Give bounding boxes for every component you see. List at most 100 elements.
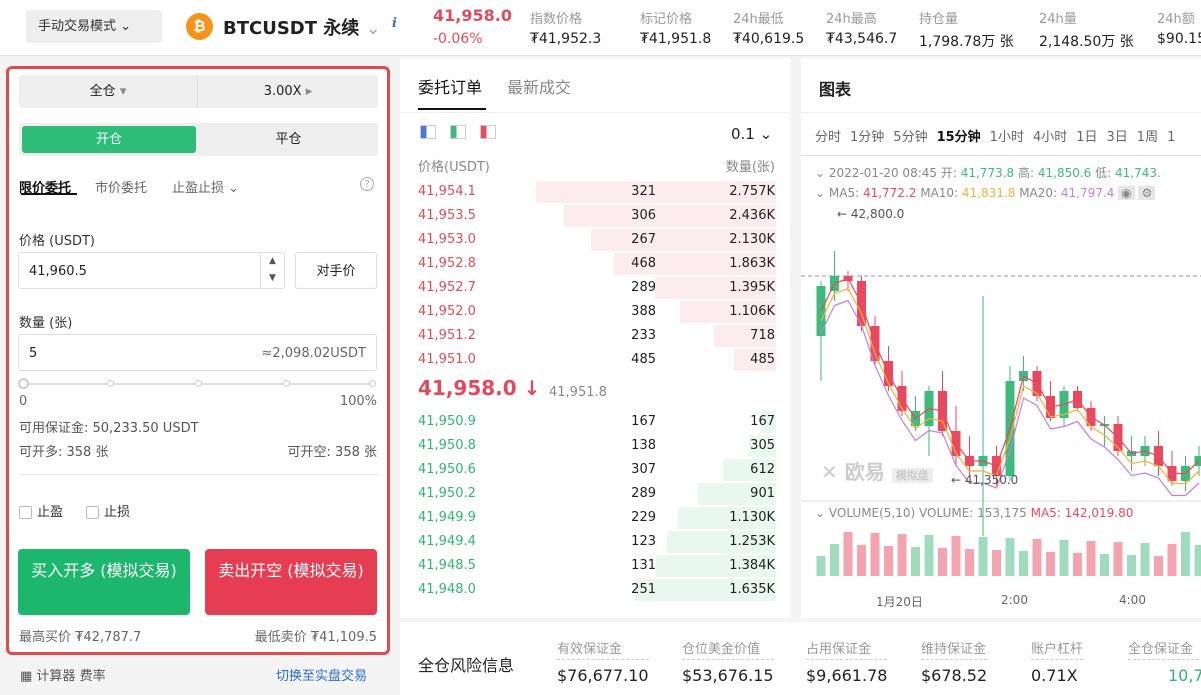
volume-bar — [924, 535, 934, 576]
mark-price: 41,951.8 — [549, 385, 607, 400]
open-close-toggle: 开仓 平仓 — [19, 123, 378, 156]
order-panel: 全仓 ▾ 3.00X ▸ 开仓 平仓 限价委托 市价委托 止盈止损 ⌄ ? 价格… — [6, 66, 390, 655]
stat-item: 24h最低 ₮40,619.5 — [733, 12, 805, 47]
bitcoin-icon: ₿ — [186, 13, 213, 40]
tab-tpsl[interactable]: 止盈止损 ⌄ — [172, 177, 239, 196]
available-margin: 可用保证金: 50,233.50 USDT — [19, 421, 199, 436]
qty-input[interactable]: 5 ≈2,098.02USDT — [18, 334, 377, 371]
ask-row[interactable]: 41,951.0 485 485 — [400, 348, 790, 372]
volume-bar — [938, 548, 947, 576]
ask-row[interactable]: 41,954.1 321 2.757K — [400, 180, 790, 204]
stat-item: 24h额$90.15 — [1157, 12, 1201, 47]
bid-row[interactable]: 41,949.4 123 1.253K — [400, 530, 790, 554]
view-asks-icon[interactable] — [480, 125, 496, 139]
price-input[interactable]: 41,960.5 ▲ ▼ — [18, 252, 285, 289]
ask-row[interactable]: 41,951.2 233 718 — [400, 324, 790, 348]
eye-icon[interactable]: ◉ — [1118, 186, 1135, 200]
leverage-select[interactable]: 3.00X ▸ — [197, 75, 378, 108]
volume-bar — [830, 544, 839, 576]
bid-row[interactable]: 41,950.8 138 305 — [400, 434, 790, 458]
volume-bar — [1059, 540, 1069, 576]
stat-item: 指数价格 ₮41,952.3 — [530, 12, 602, 47]
tab-orders[interactable]: 委托订单 — [418, 74, 482, 98]
interval-8[interactable]: 1周 — [1137, 130, 1158, 145]
volume-bar — [816, 556, 826, 576]
bid-row[interactable]: 41,948.5 131 1.384K — [400, 554, 790, 578]
risk-item: 全仓保证金 10,7 — [1128, 638, 1201, 685]
ask-row[interactable]: 41,952.8 468 1.863K — [400, 252, 790, 276]
stat-item: 24h量 2,148.50万 张 — [1039, 12, 1134, 50]
ask-row[interactable]: 41,952.7 289 1.395K — [400, 276, 790, 300]
volume-bar — [1046, 552, 1055, 576]
stop-loss-checkbox[interactable]: 止损 — [86, 501, 130, 520]
volume-bar — [1127, 555, 1136, 576]
volume-bar — [978, 537, 988, 576]
tab-market[interactable]: 市价委托 — [95, 177, 147, 196]
bid-row[interactable]: 41,949.9 229 1.130K — [400, 506, 790, 530]
volume-bar — [1140, 543, 1150, 576]
ask-row[interactable]: 41,953.0 267 2.130K — [400, 228, 790, 252]
volume-bar — [884, 546, 893, 576]
tab-trades[interactable]: 最新成交 — [507, 74, 571, 98]
volume-bar — [1086, 541, 1096, 576]
margin-mode-select[interactable]: 全仓 ▾ — [19, 75, 197, 108]
info-icon[interactable]: i — [392, 16, 397, 31]
price-stepper[interactable]: ▲ ▼ — [260, 253, 284, 288]
buy-long-button[interactable]: 买入开多 (模拟交易) — [18, 549, 190, 615]
last-price: 41,958.0 — [433, 6, 512, 25]
volume-bar — [1194, 545, 1201, 576]
interval-0[interactable]: 分时 — [815, 130, 841, 145]
calculator-button[interactable]: ▦ 计算器 费率 — [20, 665, 106, 684]
help-icon[interactable]: ? — [360, 177, 374, 191]
ask-row[interactable]: 41,953.5 306 2.436K — [400, 204, 790, 228]
margin-leverage-bar: 全仓 ▾ 3.00X ▸ — [19, 75, 378, 108]
interval-9[interactable]: 1 — [1167, 130, 1175, 145]
open-tab[interactable]: 开仓 — [22, 126, 196, 153]
volume-bar — [1032, 539, 1042, 576]
counter-price-button[interactable]: 对手价 — [295, 252, 377, 289]
volume-bar — [1005, 538, 1015, 576]
volume-bar — [1113, 542, 1123, 576]
volume-bar — [965, 549, 974, 576]
volume-bar — [1154, 556, 1163, 576]
volume-bar — [992, 550, 1001, 576]
stat-item: 持仓量 1,798.78万 张 — [919, 12, 1014, 50]
risk-item: 有效保证金 $76,677.10 — [557, 638, 649, 685]
close-tab[interactable]: 平仓 — [199, 126, 378, 153]
take-profit-checkbox[interactable]: 止盈 — [19, 501, 63, 520]
precision-select[interactable]: 0.1 ⌄ — [731, 125, 772, 143]
bid-row[interactable]: 41,950.6 307 612 — [400, 458, 790, 482]
interval-7[interactable]: 3日 — [1107, 130, 1128, 145]
order-book: 委托订单 最新成交 0.1 ⌄ 价格(USDT) 数量(张) 41,954.1 3… — [400, 58, 790, 618]
volume-bar — [911, 547, 920, 576]
bid-row[interactable]: 41,950.9 167 167 — [400, 410, 790, 434]
interval-6[interactable]: 1日 — [1076, 130, 1097, 145]
ask-row[interactable]: 41,952.0 388 1.106K — [400, 300, 790, 324]
interval-3[interactable]: 15分钟 — [937, 130, 981, 145]
volume-bar — [897, 534, 907, 576]
interval-2[interactable]: 5分钟 — [893, 130, 927, 145]
volume-bar — [870, 533, 880, 576]
stat-item: 24h最高 ₮43,546.7 — [826, 12, 898, 47]
stat-item: 标记价格 ₮41,951.8 — [640, 12, 712, 47]
bid-row[interactable]: 41,948.0 251 1.635K — [400, 578, 790, 602]
interval-4[interactable]: 1小时 — [990, 130, 1024, 145]
view-bids-icon[interactable] — [450, 125, 466, 139]
view-both-icon[interactable] — [420, 125, 436, 139]
chart-panel: 图表 分时 1分钟 5分钟 15分钟 1小时 4小时 1日 3日 1周 1 ⌄ 2022-01-2… — [801, 58, 1201, 618]
gear-icon[interactable]: ⚙ — [1138, 186, 1156, 200]
risk-item: 仓位美金价值 $53,676.15 — [682, 638, 774, 685]
interval-5[interactable]: 4小时 — [1033, 130, 1067, 145]
interval-1[interactable]: 1分钟 — [850, 130, 884, 145]
trade-mode-dropdown[interactable]: 手动交易模式 ⌄ — [26, 10, 162, 43]
qty-slider[interactable] — [18, 378, 376, 389]
mid-price: 41,958.0 ↓ — [418, 376, 541, 400]
symbol-selector[interactable]: BTCUSDT 永续 ⌄ — [223, 14, 381, 40]
volume-bar — [1073, 553, 1082, 576]
sell-short-button[interactable]: 卖出开空 (模拟交易) — [205, 549, 377, 615]
price-label: 价格 (USDT) — [19, 234, 95, 249]
qty-label: 数量 (张) — [19, 316, 73, 331]
bid-row[interactable]: 41,950.2 289 901 — [400, 482, 790, 506]
switch-live-link[interactable]: 切换至实盘交易 — [276, 665, 367, 684]
kline-chart[interactable]: ⌄ 2022-01-20 08:45 开: 41,773.8 高: 41,850… — [801, 155, 1201, 618]
